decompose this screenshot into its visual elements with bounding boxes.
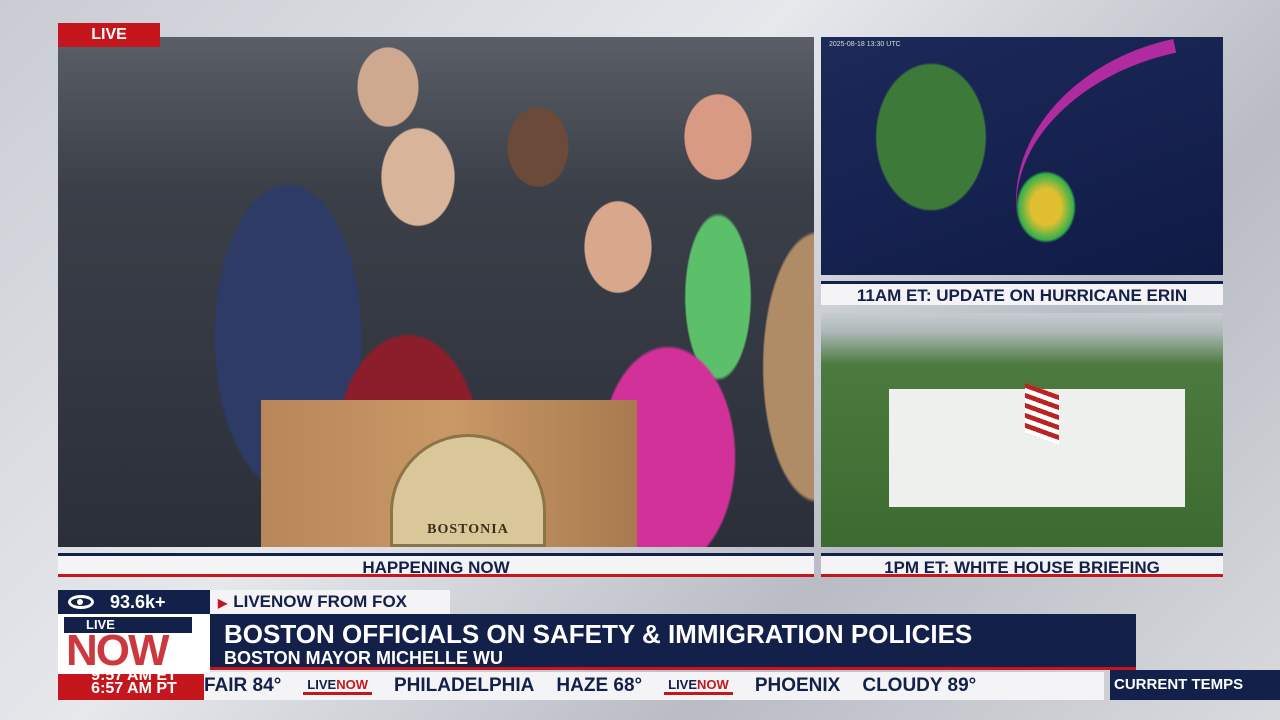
ticker-item: CLOUDY 89°	[862, 675, 977, 696]
headline-title: BOSTON OFFICIALS ON SAFETY & IMMIGRATION…	[224, 619, 973, 649]
clock-pt: 6:57 AM PT	[91, 680, 177, 697]
source-text: LIVENOW FROM FOX	[233, 592, 408, 611]
live-badge: LIVE	[58, 23, 160, 47]
viewer-count-value: 93.6k+	[110, 591, 166, 612]
seal-text: BOSTONIA	[427, 522, 509, 537]
ticker-livenow-logo: LIVENOW	[303, 677, 372, 695]
ticker-item: HAZE 68°	[556, 675, 643, 696]
viewer-count: 93.6k+	[58, 590, 210, 614]
radar-timestamp: 2025-08-18 13:30 UTC	[829, 41, 901, 48]
ticker-logo-now: NOW	[336, 677, 368, 692]
headline-banner: BOSTON OFFICIALS ON SAFETY & IMMIGRATION…	[210, 614, 1136, 670]
white-house-caption: 1PM ET: WHITE HOUSE BRIEFING	[821, 553, 1223, 577]
livenow-logo: LIVE NOW	[58, 614, 210, 674]
source-label: ▶ LIVENOW FROM FOX	[210, 590, 450, 614]
ticker-logo-live: LIVE	[668, 677, 698, 692]
white-house-feed	[821, 313, 1223, 547]
weather-ticker: FAIR 84° LIVENOW PHILADELPHIA HAZE 68° LIVEN…	[204, 672, 1104, 700]
hurricane-radar-feed: 2025-08-18 13:30 UTC	[821, 37, 1223, 275]
ticker-logo-live: LIVE	[307, 677, 337, 692]
ticker-label: CURRENT TEMPS	[1110, 670, 1280, 700]
logo-bottom: NOW	[66, 626, 170, 674]
ticker-item: PHILADELPHIA	[393, 675, 535, 696]
ticker-livenow-logo: LIVENOW	[664, 677, 733, 695]
main-caption: HAPPENING NOW	[58, 553, 814, 577]
hurricane-track	[987, 38, 1205, 226]
ticker-logo-now: NOW	[697, 677, 729, 692]
hurricane-caption: 11AM ET: UPDATE ON HURRICANE ERIN	[821, 281, 1223, 305]
clock: 9:57 AM ET 6:57 AM PT	[58, 674, 210, 700]
headline-subtitle: BOSTON MAYOR MICHELLE WU	[224, 648, 504, 668]
main-video-feed: BOSTONIA	[58, 37, 814, 547]
eye-icon	[68, 595, 94, 609]
play-icon: ▶	[218, 596, 228, 610]
ticker-item: FAIR 84°	[204, 675, 282, 696]
ticker-item: PHOENIX	[754, 675, 841, 696]
